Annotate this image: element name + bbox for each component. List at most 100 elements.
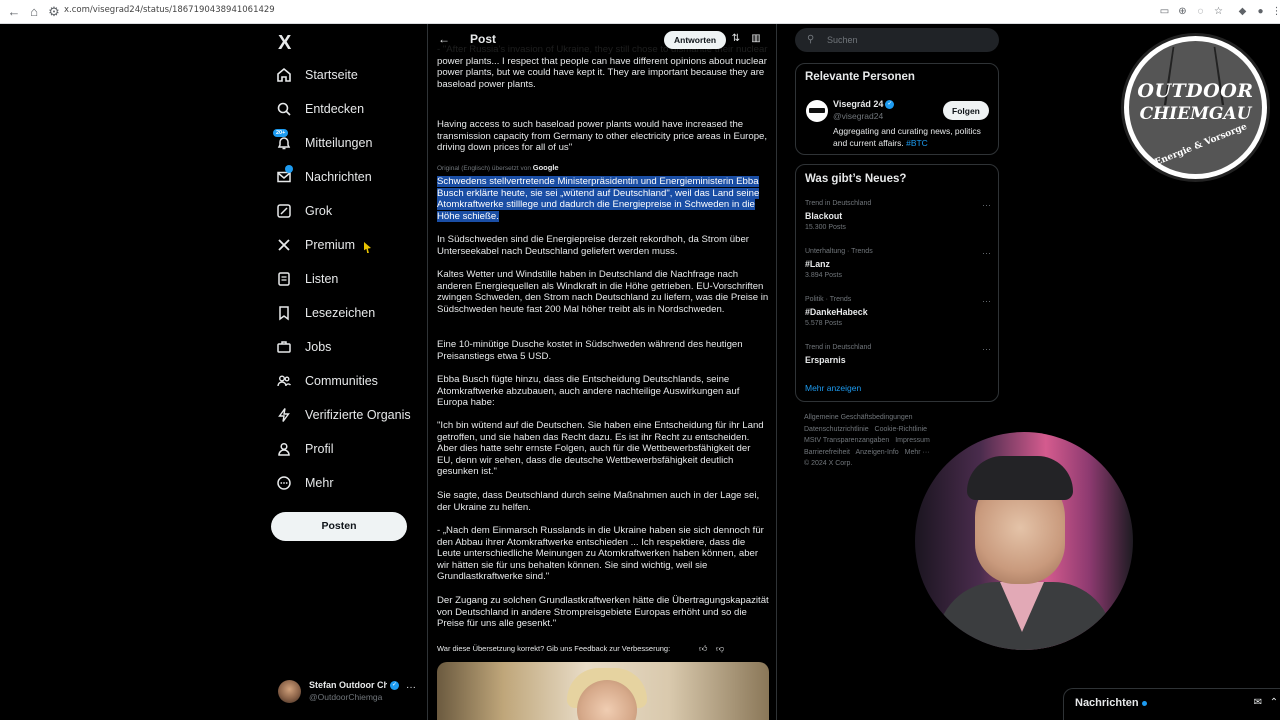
reader-view-icon[interactable]: ▥ <box>750 33 762 45</box>
nav-item-label: Verifizierte Organis <box>305 408 411 422</box>
account-name: Stefan Outdoor Ch <box>309 680 387 690</box>
nav-item-messages[interactable]: Nachrichten <box>276 162 372 192</box>
compose-message-icon[interactable]: ✉ <box>1252 697 1264 709</box>
trend-name: #Lanz <box>805 259 830 269</box>
account-switcher[interactable]: Stefan Outdoor Ch ✓ @OutdoorChiemga ··· <box>278 678 426 706</box>
trend-item[interactable]: Trend in Deutschland Ersparnis ··· <box>805 344 991 384</box>
footer-link[interactable]: Allgemeine Geschäftsbedingungen <box>804 414 913 421</box>
verified-icon: ✓ <box>885 100 895 110</box>
nav-item-label: Profil <box>305 442 334 456</box>
more-dots-icon[interactable]: ··· <box>982 200 991 210</box>
sliders-icon[interactable]: ⇅ <box>730 33 742 45</box>
follow-button[interactable]: Folgen <box>943 101 989 120</box>
profile-icon[interactable]: ● <box>1254 5 1267 18</box>
nav-item-label: Premium <box>305 238 356 252</box>
thumbs-up-icon[interactable]: 👍︎ <box>699 644 707 654</box>
hashtag-link[interactable]: #BTC <box>906 138 928 148</box>
google-logo: Google <box>532 163 559 172</box>
footer-link[interactable]: Mehr ··· <box>905 449 930 456</box>
nav-item-explore[interactable]: Entdecken <box>276 94 364 124</box>
bell-icon: 20+ <box>273 129 292 151</box>
screen-icon[interactable]: ▭ <box>1158 5 1171 18</box>
copyright: © 2024 X Corp. <box>804 460 853 467</box>
post-image[interactable] <box>437 662 769 720</box>
more-dots-icon[interactable]: ··· <box>982 248 991 258</box>
trend-item[interactable]: Trend in Deutschland Blackout 15.300 Pos… <box>805 200 991 240</box>
post-header: ← Post Antworten ⇅ ▥ <box>428 24 776 54</box>
footer-link[interactable]: Datenschutzrichtlinie <box>804 426 869 433</box>
logo-text: OUTDOOR <box>1137 80 1254 102</box>
nav-item-label: Communities <box>305 374 378 388</box>
avatar <box>278 680 301 703</box>
nav-item-label: Jobs <box>305 340 332 354</box>
show-more-link[interactable]: Mehr anzeigen <box>805 383 861 393</box>
search-input[interactable] <box>827 32 987 48</box>
nav-item-bookmarks[interactable]: Lesezeichen <box>276 298 375 328</box>
nav-item-grok[interactable]: Grok <box>276 196 332 226</box>
post-text-paragraph: Ebba Busch fügte hinzu, dass die Entsche… <box>437 374 740 408</box>
avatar[interactable] <box>806 100 828 122</box>
nav-item-premium[interactable]: Premium <box>276 230 355 260</box>
back-arrow-icon[interactable]: ← <box>6 4 22 20</box>
x-logo-icon[interactable]: X <box>278 32 291 55</box>
post-text-paragraph: Sie sagte, dass Deutschland durch seine … <box>437 490 760 513</box>
eye-off-icon[interactable]: ◌ <box>1194 5 1207 18</box>
nav-item-label: Listen <box>305 272 339 286</box>
post-button[interactable]: Posten <box>271 512 407 541</box>
star-icon[interactable]: ☆ <box>1212 5 1225 18</box>
nav-item-label: Nachrichten <box>305 170 372 184</box>
trend-name: Ersparnis <box>805 355 846 365</box>
zoom-icon[interactable]: ⊕ <box>1176 5 1189 18</box>
footer-link[interactable]: Cookie-Richtlinie <box>875 426 928 433</box>
back-arrow-icon[interactable]: ← <box>438 32 450 46</box>
nav-item-jobs[interactable]: Jobs <box>276 332 331 362</box>
more-dots-icon[interactable]: ··· <box>982 296 991 306</box>
nav-item-notifications[interactable]: 20+ Mitteilungen <box>273 128 372 158</box>
more-dots-icon[interactable]: ··· <box>406 682 416 693</box>
more-dots-icon[interactable]: ··· <box>982 344 991 354</box>
channel-logo: OUTDOOR CHIEMGAU Energie & Vorsorge <box>1121 33 1270 182</box>
menu-icon[interactable]: ⋮ <box>1270 5 1280 18</box>
messages-drawer-title: Nachrichten <box>1075 697 1147 709</box>
post-text-paragraph: Eine 10-minütige Dusche kostet in Südsch… <box>437 339 743 362</box>
trend-count: 3.894 Posts <box>805 272 842 279</box>
nav-item-label: Entdecken <box>305 102 365 116</box>
expand-icon[interactable]: ⌃ <box>1268 697 1280 709</box>
reply-button[interactable]: Antworten <box>664 31 727 49</box>
nav-item-home[interactable]: Startseite <box>276 60 358 90</box>
post-text-paragraph: Der Zugang zu solchen Grundlastkraftwerk… <box>437 595 769 629</box>
lightning-icon <box>276 407 292 423</box>
nav-item-more[interactable]: Mehr <box>276 468 333 498</box>
trend-item[interactable]: Unterhaltung · Trends #Lanz 3.894 Posts … <box>805 248 991 288</box>
footer-link[interactable]: Anzeigen-Info <box>855 449 898 456</box>
footer-link[interactable]: MStV Transparenzangaben <box>804 437 889 444</box>
search-box[interactable]: ⚲ <box>795 28 999 52</box>
trend-count: 5.578 Posts <box>805 320 842 327</box>
footer-link[interactable]: Impressum <box>895 437 930 444</box>
nav-item-label: Startseite <box>305 68 358 82</box>
messages-drawer[interactable]: Nachrichten ✉ ⌃ <box>1063 688 1280 720</box>
post-text-paragraph: Kaltes Wetter und Windstille haben in De… <box>437 269 769 315</box>
nav-item-communities[interactable]: Communities <box>276 366 378 396</box>
post-text-paragraph: In Südschweden sind die Energiepreise de… <box>437 234 749 257</box>
bookmark-icon <box>276 305 292 321</box>
nav-item-lists[interactable]: Listen <box>276 264 338 294</box>
site-info-icon[interactable]: ⚙ <box>46 4 62 20</box>
nav-item-label: Mehr <box>305 476 334 490</box>
footer-link[interactable]: Barrierefreiheit <box>804 449 850 456</box>
trends-card: Was gibt’s Neues? Trend in Deutschland B… <box>795 164 999 402</box>
nav-item-profile[interactable]: Profil <box>276 434 333 464</box>
briefcase-icon <box>276 339 292 355</box>
person-bio: Aggregating and curating news, politics … <box>833 126 981 148</box>
search-icon <box>276 101 292 117</box>
extension-icon[interactable]: ◆ <box>1236 5 1249 18</box>
home-icon[interactable]: ⌂ <box>26 4 42 20</box>
trend-item[interactable]: Politik · Trends #DankeHabeck 5.578 Post… <box>805 296 991 336</box>
person-name[interactable]: Visegrád 24 ✓ <box>833 99 895 110</box>
presenter-cap <box>967 456 1073 500</box>
left-navigation: X Startseite Entdecken 20+ Mitteilungen … <box>268 24 428 720</box>
address-bar[interactable]: x.com/visegrad24/status/1867190438941061… <box>64 5 275 15</box>
trend-category: Trend in Deutschland <box>805 200 872 207</box>
thumbs-down-icon[interactable]: 👎︎ <box>716 644 724 654</box>
nav-item-verified-orgs[interactable]: Verifizierte Organis <box>276 400 411 430</box>
